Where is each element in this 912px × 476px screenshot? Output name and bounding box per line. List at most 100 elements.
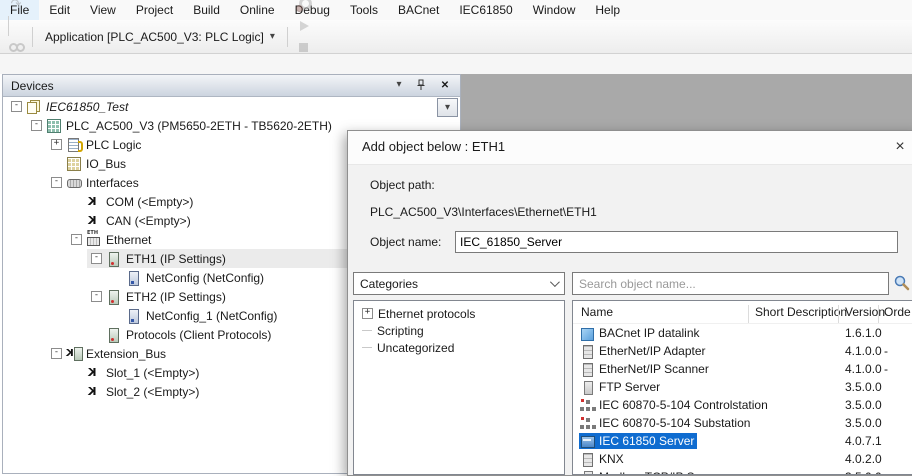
logout-button[interactable] bbox=[293, 0, 315, 15]
netconfig-icon bbox=[126, 309, 143, 323]
object-row-ftp-server[interactable]: FTP Server 3.5.0.0 bbox=[573, 378, 912, 396]
tree-expander[interactable]: - bbox=[71, 234, 82, 245]
object-row-selection: KNX bbox=[579, 451, 627, 467]
knx-icon bbox=[580, 453, 596, 466]
object-table: Name Short Description Version Orde BACn… bbox=[572, 300, 912, 475]
object-table-header[interactable]: Name Short Description Version Orde bbox=[573, 301, 912, 324]
menu-view[interactable]: View bbox=[80, 0, 126, 20]
chevron-down-icon: ▾ bbox=[445, 103, 450, 113]
category-item-scripting[interactable]: Scripting bbox=[354, 322, 564, 339]
object-row-selection: IEC 60870-5-104 Controlstation bbox=[579, 397, 771, 413]
menu-tools[interactable]: Tools bbox=[340, 0, 388, 20]
project-icon bbox=[26, 100, 43, 114]
tree-expander[interactable]: - bbox=[91, 253, 102, 264]
object-order: - bbox=[884, 344, 888, 358]
tree-expander[interactable]: - bbox=[51, 348, 62, 359]
menu-bacnet[interactable]: BACnet bbox=[388, 0, 449, 20]
chevron-down-icon bbox=[550, 277, 560, 287]
toolbar-separator bbox=[287, 27, 288, 47]
tree-item-iec61850-test[interactable]: - IEC61850_Test ▾ bbox=[3, 97, 460, 116]
object-name: IEC 60870-5-104 Substation bbox=[599, 416, 750, 430]
object-row-selection: FTP Server bbox=[579, 379, 663, 395]
panel-pin-button[interactable] bbox=[412, 77, 430, 93]
category-expander[interactable]: + bbox=[362, 308, 373, 319]
tree-expander[interactable]: - bbox=[91, 291, 102, 302]
tree-expander[interactable]: - bbox=[31, 120, 42, 131]
menu-online[interactable]: Online bbox=[230, 0, 285, 20]
object-version: 4.0.2.0 bbox=[845, 452, 882, 466]
object-row-bacnet-ip-datalink[interactable]: BACnet IP datalink1.6.1.0 bbox=[573, 324, 912, 342]
enip-icon bbox=[580, 363, 596, 376]
tree-item-label: CAN (<Empty>) bbox=[103, 213, 194, 229]
object-name-input[interactable] bbox=[455, 231, 898, 253]
modbus-icon bbox=[580, 471, 596, 476]
menu-iec61850[interactable]: IEC61850 bbox=[449, 0, 522, 20]
netconfig-icon bbox=[126, 271, 143, 285]
close-icon: ✕ bbox=[441, 80, 449, 91]
active-application-selector[interactable]: Application [PLC_AC500_V3: PLC Logic] ▾ bbox=[39, 28, 281, 46]
iec104-icon bbox=[580, 399, 596, 412]
close-icon: × bbox=[895, 138, 904, 156]
object-row-knx[interactable]: KNX 4.0.2.0 bbox=[573, 450, 912, 468]
io-bus-icon bbox=[66, 157, 83, 171]
category-item-ethernet-protocols[interactable]: + Ethernet protocols bbox=[354, 305, 564, 322]
object-version: 3.5.0.0 bbox=[845, 380, 882, 394]
object-name: KNX bbox=[599, 452, 624, 466]
tree-item-label: Extension_Bus bbox=[83, 346, 169, 362]
menu-help[interactable]: Help bbox=[585, 0, 630, 20]
tree-expander[interactable]: - bbox=[11, 101, 22, 112]
object-version: 4.1.0.0 bbox=[845, 362, 882, 376]
dialog-close-button[interactable]: × bbox=[888, 136, 912, 158]
toolbar-separator bbox=[32, 27, 33, 47]
column-order: Orde bbox=[884, 305, 911, 319]
tree-item-label: Interfaces bbox=[83, 175, 142, 191]
tree-item-label: IEC61850_Test bbox=[43, 99, 131, 115]
object-row-ethernet-ip-scanner[interactable]: EtherNet/IP Scanner4.1.0.0- bbox=[573, 360, 912, 378]
tree-expander[interactable]: + bbox=[51, 139, 62, 150]
active-application-label: Application [PLC_AC500_V3: PLC Logic] bbox=[45, 30, 264, 44]
redo-icon: ↷ bbox=[8, 0, 24, 13]
object-name: IEC 61850 Server bbox=[599, 434, 694, 448]
tree-item-label: PLC Logic bbox=[83, 137, 144, 153]
menu-edit[interactable]: Edit bbox=[39, 0, 80, 20]
tree-item-label: PLC_AC500_V3 (PM5650-2ETH - TB5620-2ETH) bbox=[63, 118, 335, 134]
plc-logic-icon bbox=[66, 138, 83, 152]
object-name: EtherNet/IP Adapter bbox=[599, 344, 706, 358]
logout-icon bbox=[296, 0, 312, 12]
object-row-ethernet-ip-adapter[interactable]: EtherNet/IP Adapter4.1.0.0- bbox=[573, 342, 912, 360]
iec104-icon bbox=[580, 417, 596, 430]
object-row-selection: IEC 61850 Server bbox=[579, 433, 697, 449]
object-name: EtherNet/IP Scanner bbox=[599, 362, 709, 376]
tree-line bbox=[362, 330, 372, 331]
column-short-description: Short Description bbox=[755, 305, 847, 319]
category-tree: + Ethernet protocolsScriptingUncategorize… bbox=[353, 300, 565, 475]
app-window: { "menubar": { "items": ["File","Edit","… bbox=[0, 0, 912, 474]
categories-dropdown[interactable]: Categories bbox=[353, 272, 565, 295]
object-row-iec-61850-server[interactable]: IEC 61850 Server4.0.7.1 bbox=[573, 432, 912, 450]
object-row-iec-60870-5-104-substation[interactable]: IEC 60870-5-104 Substation3.5.0.0 bbox=[573, 414, 912, 432]
tree-item-label: COM (<Empty>) bbox=[103, 194, 196, 210]
start-button[interactable] bbox=[293, 15, 315, 37]
search-input[interactable] bbox=[572, 272, 889, 295]
tree-item-label: IO_Bus bbox=[83, 156, 129, 172]
panel-menu-button[interactable]: ▾ bbox=[390, 77, 408, 93]
ethernet-icon bbox=[86, 233, 103, 247]
tree-expander[interactable]: - bbox=[51, 177, 62, 188]
search-icon[interactable] bbox=[893, 274, 910, 294]
category-item-uncategorized[interactable]: Uncategorized bbox=[354, 339, 564, 356]
menu-project[interactable]: Project bbox=[126, 0, 183, 20]
connector-icon bbox=[86, 214, 103, 228]
object-row-iec-60870-5-104-controlstation[interactable]: IEC 60870-5-104 Controlstation3.5.0.0 bbox=[573, 396, 912, 414]
redo-button[interactable]: ↷ bbox=[5, 0, 27, 16]
bacnet-icon bbox=[580, 327, 596, 340]
object-name-label: Object name: bbox=[370, 235, 441, 249]
plc-icon bbox=[46, 119, 63, 133]
object-row-selection: EtherNet/IP Adapter bbox=[579, 343, 709, 359]
menu-window[interactable]: Window bbox=[523, 0, 586, 20]
category-item-label: Ethernet protocols bbox=[378, 307, 475, 321]
dialog-titlebar[interactable]: Add object below : ETH1 × bbox=[348, 131, 912, 165]
menu-build[interactable]: Build bbox=[183, 0, 230, 20]
root-device-dropdown-button[interactable]: ▾ bbox=[437, 98, 458, 117]
pin-icon bbox=[416, 79, 426, 91]
panel-close-button[interactable]: ✕ bbox=[436, 77, 454, 93]
